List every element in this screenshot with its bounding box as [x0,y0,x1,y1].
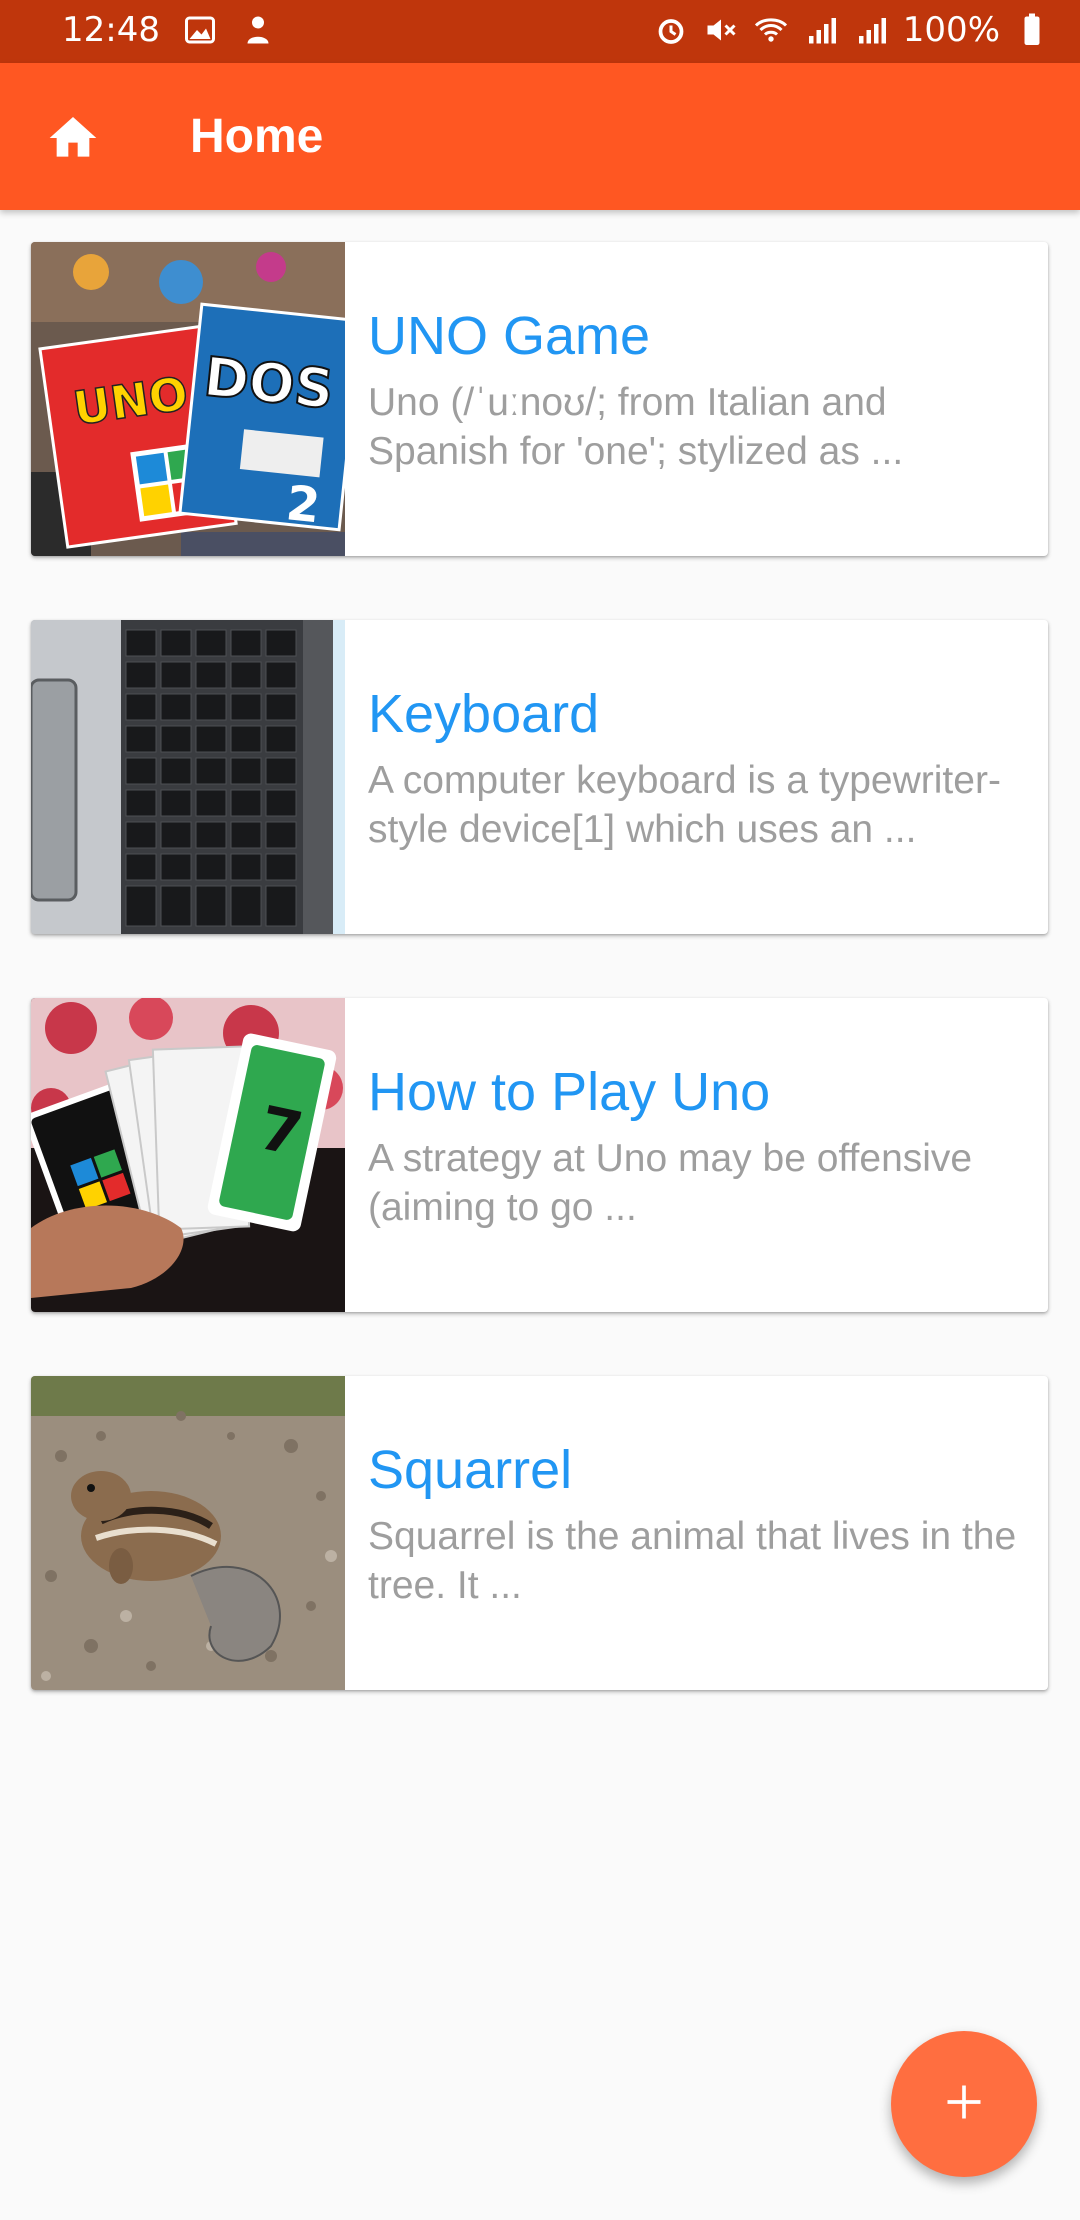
signal-icon [803,12,839,48]
status-time: 12:48 [62,10,160,50]
svg-text:DOS: DOS [201,345,337,421]
alarm-icon [653,12,689,48]
item-title: UNO Game [368,306,651,366]
add-button[interactable] [891,2031,1037,2177]
battery-percentage: 100% [902,10,1000,50]
status-bar: 12:48 100% [0,0,1080,63]
item-description: A strategy at Uno may be offensive (aimi… [368,1137,973,1229]
svg-text:2: 2 [284,475,323,534]
battery-icon [1014,12,1050,48]
notification-icon [240,12,276,48]
item-title: Keyboard [368,684,600,744]
how-to-play-uno-thumbnail: 7 [31,998,345,1312]
mute-icon [703,12,739,48]
item-title: How to Play Uno [368,1062,771,1122]
squarrel-thumbnail [31,1376,345,1690]
plus-icon [942,2080,986,2129]
page-title: Home [190,110,324,163]
item-title: Squarrel [368,1440,573,1500]
uno-game-thumbnail: UNO DOS 2 [31,242,345,556]
list-item-how-to-play-uno[interactable]: 7 How to Play Uno A strategy at Uno may … [31,998,1048,1312]
list-item-uno-game[interactable]: UNO DOS 2 UNO Game Uno (/ˈuːnoʊ/; from I… [31,242,1048,556]
signal-icon [853,12,889,48]
item-description: A computer keyboard is a typewriter-styl… [368,759,1001,851]
list-item-squarrel[interactable]: Squarrel Squarrel is the animal that liv… [31,1376,1048,1690]
item-description: Squarrel is the animal that lives in the… [368,1515,1017,1607]
article-list: UNO DOS 2 UNO Game Uno (/ˈuːnoʊ/; from I… [31,242,1048,1754]
item-description: Uno (/ˈuːnoʊ/; from Italian and Spanish … [368,381,904,473]
keyboard-thumbnail [31,620,345,934]
image-icon [182,12,218,48]
home-icon [45,110,101,171]
app-bar: Home [0,63,1080,210]
list-item-keyboard[interactable]: Keyboard A computer keyboard is a typewr… [31,620,1048,934]
wifi-icon [753,12,789,48]
home-button[interactable] [38,105,108,175]
